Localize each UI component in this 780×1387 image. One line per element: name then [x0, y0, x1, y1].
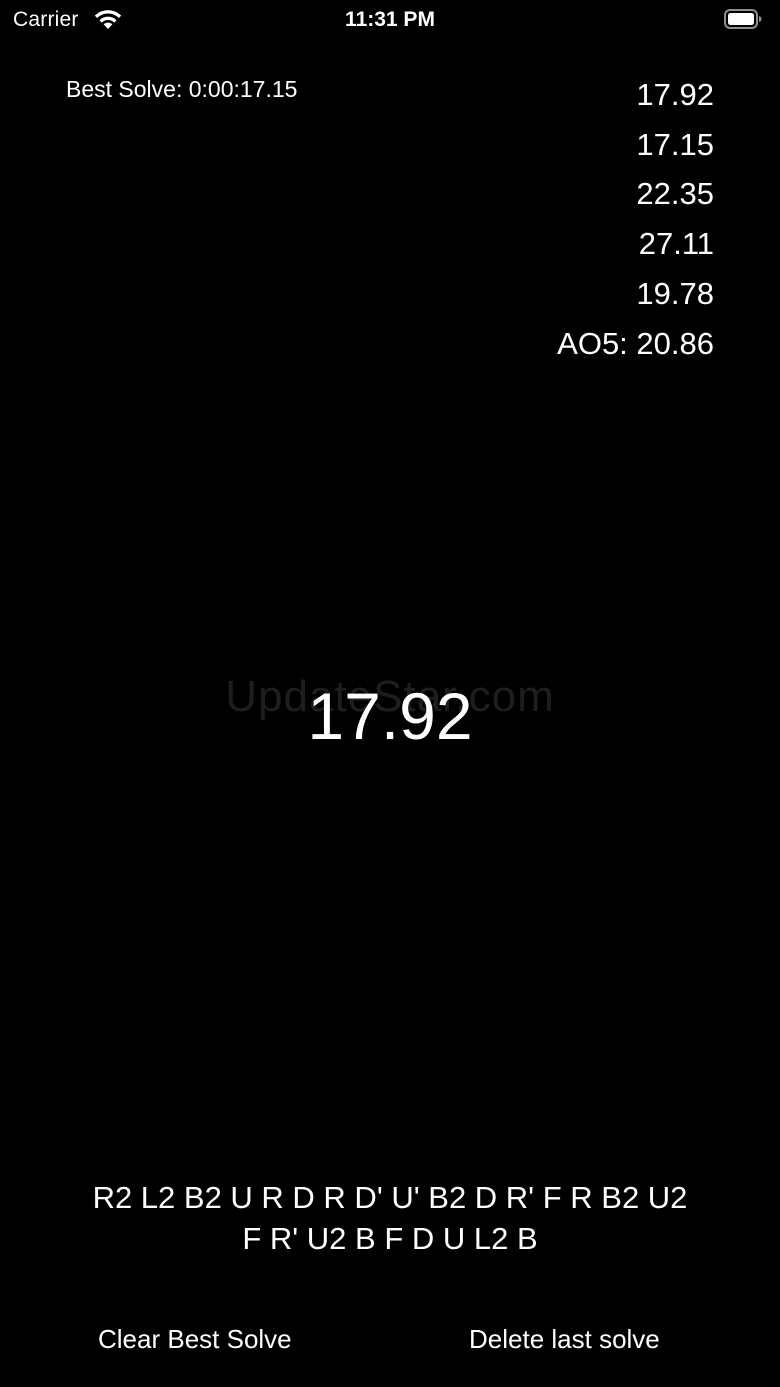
delete-last-solve-button[interactable]: Delete last solve: [469, 1324, 660, 1355]
recent-solve-item: 19.78: [636, 275, 714, 311]
scramble-line: R2 L2 B2 U R D R D' U' B2 D R' F R B2 U2: [92, 1180, 688, 1215]
timer-display[interactable]: 17.92: [0, 678, 780, 754]
recent-solve-item: 27.11: [638, 226, 714, 262]
recent-solve-item: 17.92: [636, 77, 714, 112]
recent-solve-item: 22.35: [636, 176, 714, 212]
best-solve-label: Best Solve: 0:00:17.15: [66, 76, 298, 102]
clear-best-solve-button[interactable]: Clear Best Solve: [98, 1324, 292, 1355]
status-bar: Carrier 11:31 PM: [0, 0, 780, 40]
status-time: 11:31 PM: [345, 8, 435, 31]
battery-icon: [724, 9, 762, 29]
scramble-line: F R' U2 B F D U L2 B: [242, 1221, 538, 1256]
scramble-text: R2 L2 B2 U R D R D' U' B2 D R' F R B2 U2…: [40, 1177, 740, 1259]
recent-solves-list: 17.92 17.15 22.35 27.11 19.78: [414, 75, 714, 323]
average-of-five-label: AO5: 20.86: [557, 326, 714, 361]
recent-solve-item: 17.15: [636, 126, 714, 162]
